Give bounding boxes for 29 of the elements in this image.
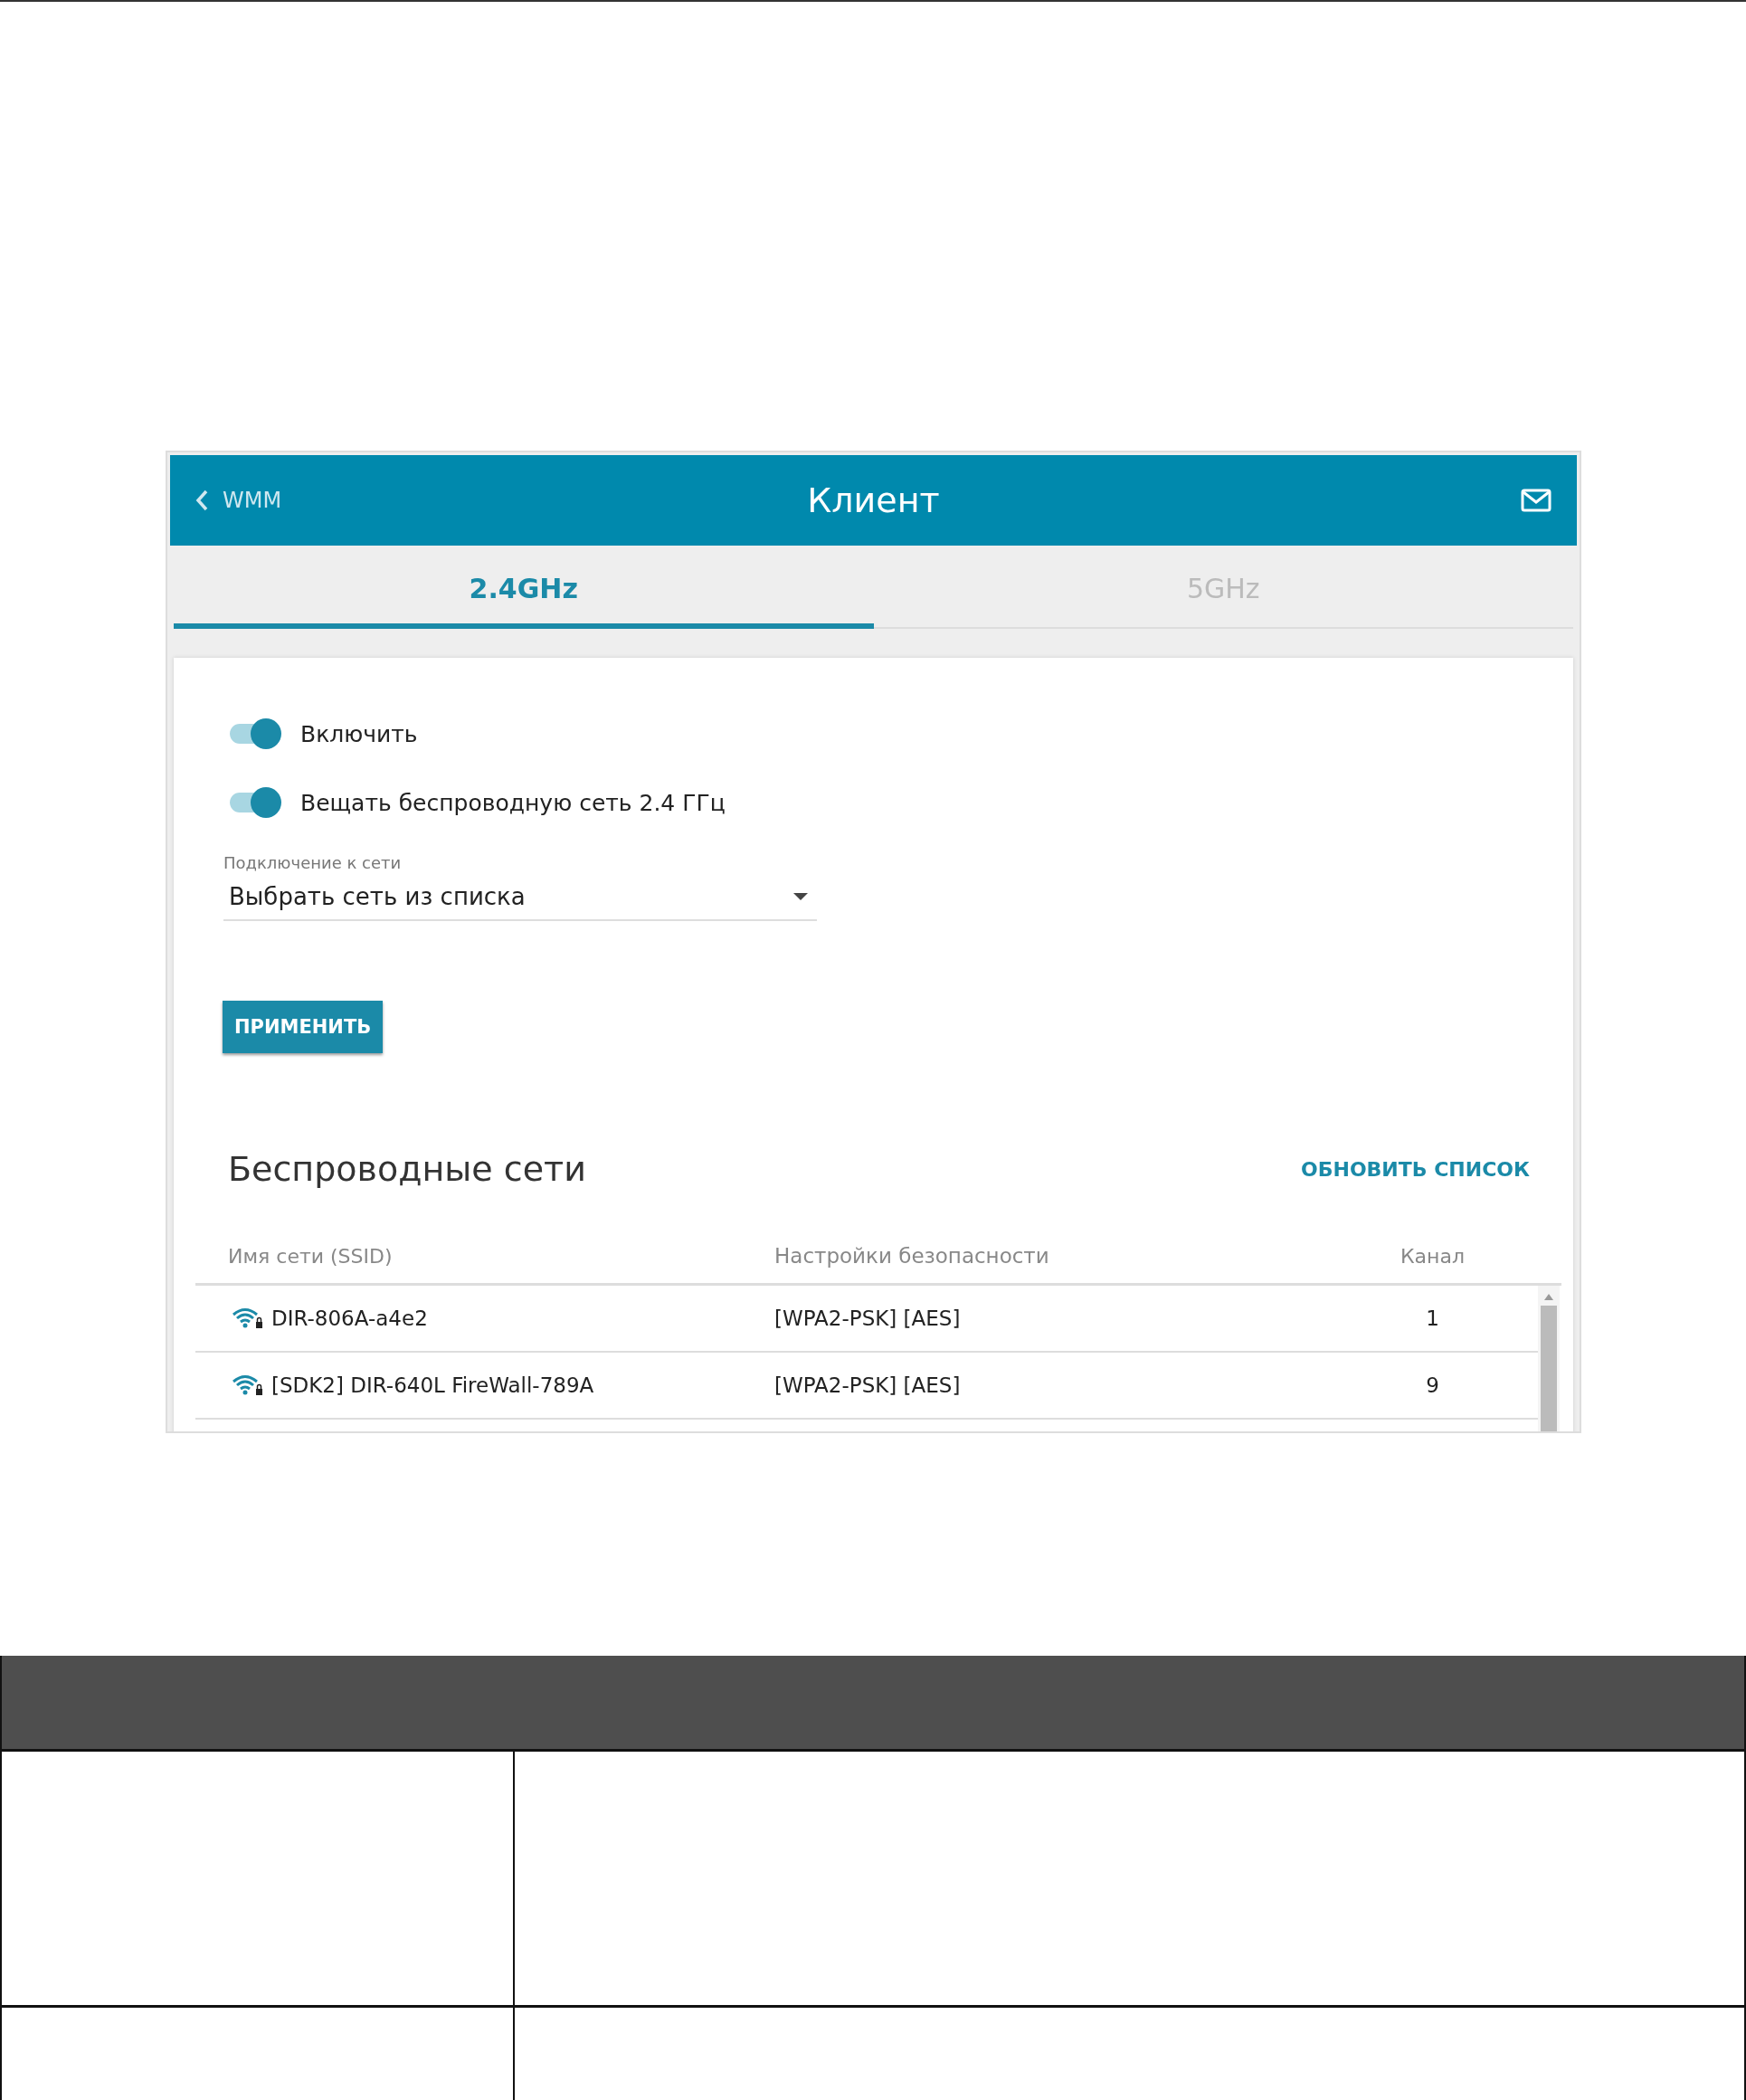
channel-text: 1 <box>1425 1307 1440 1330</box>
security-text: [WPA2-PSK] [AES] <box>774 1373 962 1397</box>
column-header: Настройки безопасности <box>774 1244 1050 1268</box>
scroll-up-icon[interactable] <box>1544 1293 1553 1300</box>
band-tab[interactable]: 2.4GHz <box>174 546 874 629</box>
network-select[interactable]: Подключение к сети Выбрать сеть из списка <box>223 853 817 921</box>
wifi-lock-icon <box>232 1307 264 1329</box>
section-title: Беспроводные сети <box>228 1149 586 1189</box>
network-row[interactable]: [SDK2] DIR-640L FireWall-789A [WPA2-PSK] [AES] 9 <box>195 1353 1538 1420</box>
wifi-lock-icon <box>232 1374 264 1396</box>
page-title: Клиент <box>807 480 940 520</box>
back-button[interactable]: WMM <box>195 488 282 513</box>
ssid-text: DIR-806A-a4e2 <box>271 1307 428 1330</box>
ssid-text: [SDK2] DIR-640L FireWall-789A <box>271 1373 594 1397</box>
caret-icon <box>793 893 808 900</box>
apply-button[interactable]: ПРИМЕНИТЬ <box>223 1001 384 1053</box>
scrollbar[interactable] <box>1538 1286 1560 1431</box>
network-row[interactable]: DIR-806A-a4e2 [WPA2-PSK] [AES] 1 <box>195 1286 1538 1353</box>
back-icon <box>195 489 208 511</box>
toggle-label: Вещать беспроводную сеть 2.4 ГГц <box>300 789 726 816</box>
toggle-label: Включить <box>300 720 418 747</box>
column-header: Имя сети (SSID) <box>227 1244 394 1268</box>
mail-icon[interactable] <box>1521 489 1551 512</box>
channel-text: 9 <box>1425 1373 1440 1397</box>
toggle-switch[interactable] <box>228 717 282 750</box>
security-text: [WPA2-PSK] [AES] <box>774 1307 962 1330</box>
toggle-switch[interactable] <box>228 786 282 819</box>
refresh-button[interactable]: ОБНОВИТЬ СПИСОК <box>1301 1157 1530 1181</box>
column-header: Канал <box>1400 1244 1466 1268</box>
